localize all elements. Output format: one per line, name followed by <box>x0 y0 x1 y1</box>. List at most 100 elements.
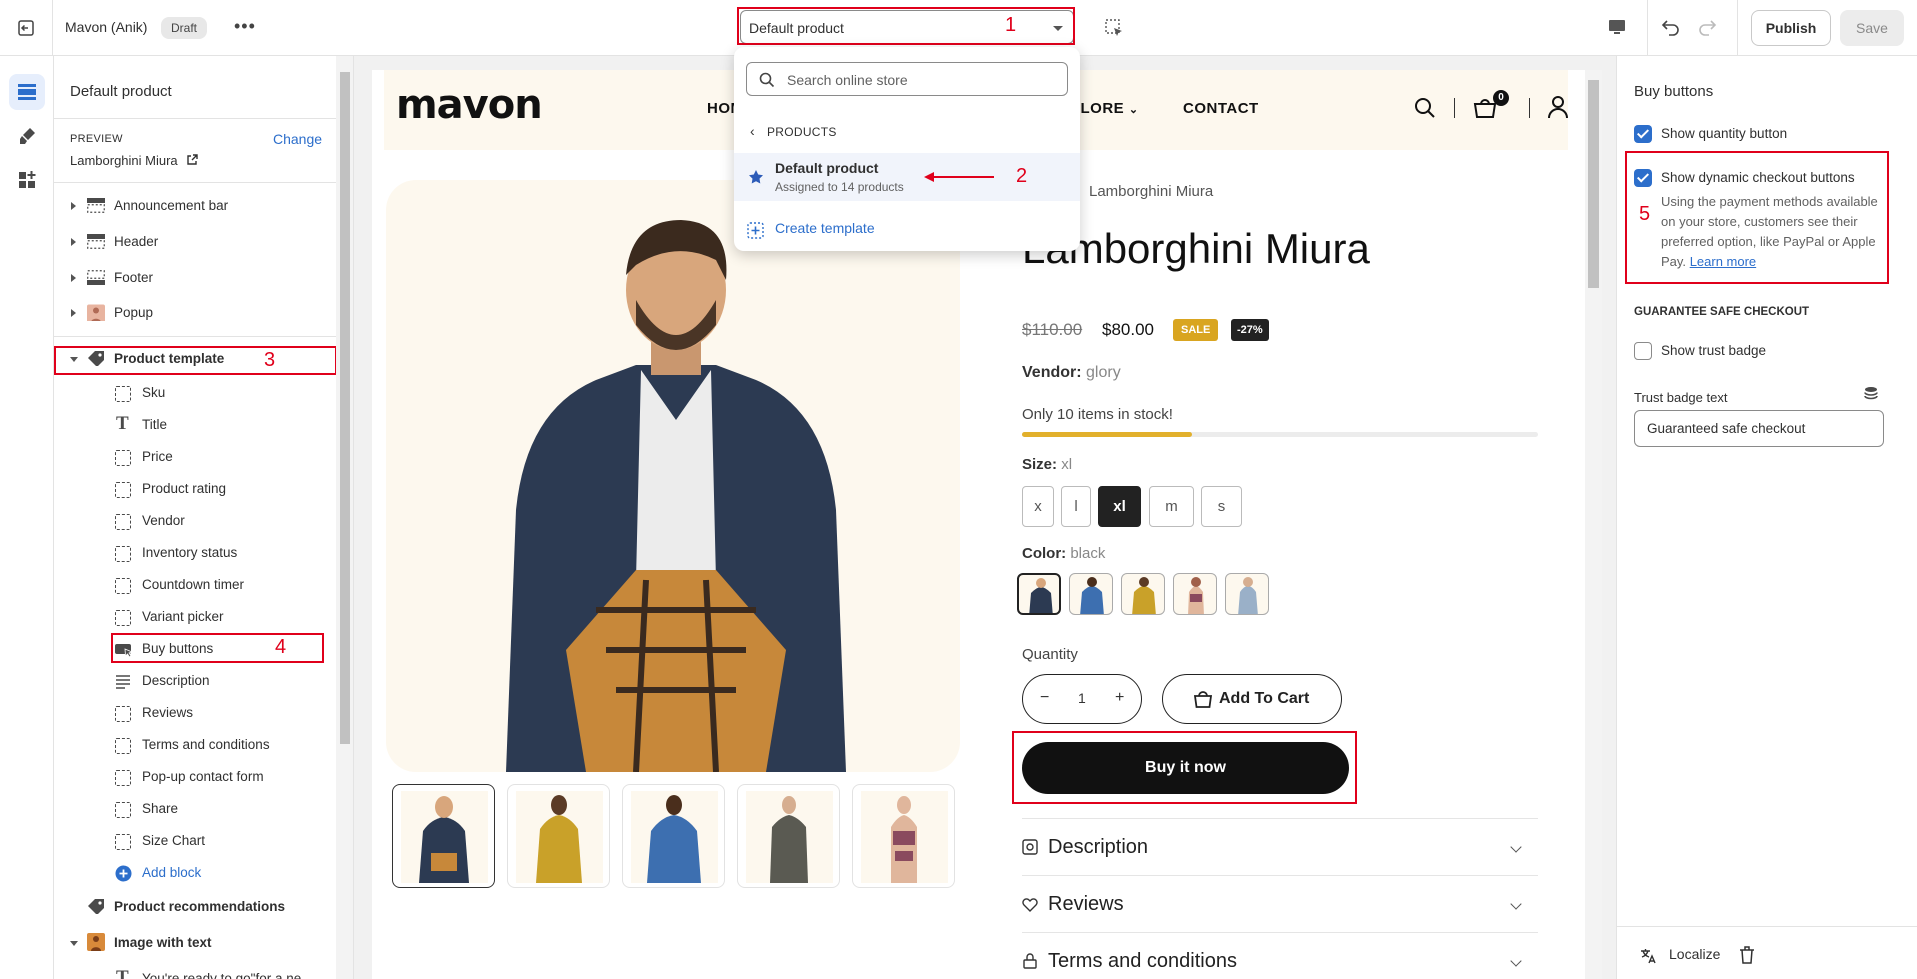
section-popup[interactable]: Popup <box>54 299 336 327</box>
trash-icon[interactable] <box>1738 945 1756 965</box>
size-option-m[interactable]: m <box>1149 486 1194 527</box>
accordion-reviews[interactable]: Reviews <box>1022 875 1538 932</box>
block-share[interactable]: Share <box>54 796 336 822</box>
section-footer[interactable]: Footer <box>54 264 336 292</box>
more-actions-icon[interactable]: ••• <box>234 16 256 37</box>
block-countdown-timer[interactable]: Countdown timer <box>54 572 336 598</box>
block-text-cut[interactable]: T You're ready to go"for a ne <box>54 966 336 979</box>
undo-icon[interactable] <box>1660 16 1682 38</box>
save-button[interactable]: Save <box>1840 10 1904 46</box>
show-trust-badge-checkbox[interactable] <box>1634 342 1652 360</box>
block-popup-contact-form[interactable]: Pop-up contact form <box>54 764 336 790</box>
add-to-cart-button[interactable]: Add To Cart <box>1162 674 1342 724</box>
color-swatch-1[interactable] <box>1017 573 1061 615</box>
block-terms[interactable]: Terms and conditions <box>54 732 336 758</box>
block-product-rating[interactable]: Product rating <box>54 476 336 502</box>
block-sku[interactable]: Sku <box>54 380 336 406</box>
color-label: Color: black <box>1022 545 1105 562</box>
preview-scrollbar[interactable] <box>1585 70 1602 979</box>
thumbnail-2[interactable] <box>507 784 610 888</box>
vendor: Vendor: glory <box>1022 364 1121 382</box>
breadcrumb[interactable]: Lamborghini Miura <box>1089 183 1213 200</box>
section-announcement-bar[interactable]: Announcement bar <box>54 192 336 220</box>
panel-scrollbar[interactable] <box>336 56 353 979</box>
nav-contact[interactable]: CONTACT <box>1183 100 1259 117</box>
add-block-button[interactable]: Add block <box>54 860 336 886</box>
thumbnail-3[interactable] <box>622 784 725 888</box>
publish-button[interactable]: Publish <box>1751 10 1831 46</box>
exit-button[interactable] <box>0 0 53 56</box>
size-value: xl <box>1061 456 1073 473</box>
trust-badge-text-value: Guaranteed safe checkout <box>1647 421 1806 436</box>
localize-button[interactable]: Localize <box>1669 946 1720 962</box>
scrollbar-thumb[interactable] <box>340 72 350 744</box>
block-icon <box>115 706 131 722</box>
account-icon[interactable] <box>1547 94 1569 120</box>
show-quantity-checkbox[interactable] <box>1634 125 1652 143</box>
block-price[interactable]: Price <box>54 444 336 470</box>
price-current: $80.00 <box>1102 320 1154 339</box>
plus-icon[interactable]: + <box>1115 689 1124 707</box>
block-title[interactable]: T Title <box>54 412 336 438</box>
quantity-value[interactable]: 1 <box>1078 690 1086 706</box>
color-swatch-2[interactable] <box>1069 573 1113 615</box>
sale-badge: SALE <box>1173 319 1219 341</box>
product-photo <box>506 220 846 772</box>
chevron-down-icon: ⌄ <box>1128 104 1139 116</box>
size-option-l[interactable]: l <box>1061 486 1091 527</box>
dynamic-source-icon[interactable] <box>1863 386 1879 402</box>
search-icon[interactable] <box>1413 94 1437 120</box>
product-main-image[interactable] <box>386 180 960 772</box>
section-product-recommendations[interactable]: Product recommendations <box>54 893 336 921</box>
template-option-subtitle: Assigned to 14 products <box>775 180 904 194</box>
trust-badge-text-label: Trust badge text <box>1634 390 1728 405</box>
color-swatch-3[interactable] <box>1121 573 1165 615</box>
inspector-select-icon[interactable] <box>1104 18 1124 38</box>
apps-rail-button[interactable] <box>9 162 45 198</box>
sections-rail-button[interactable] <box>9 74 45 110</box>
expand-arrow-icon[interactable] <box>71 238 76 246</box>
color-swatch-4[interactable] <box>1173 573 1217 615</box>
block-size-chart[interactable]: Size Chart <box>54 828 336 854</box>
preview-product[interactable]: Lamborghini Miura <box>70 153 198 168</box>
panel-scrollbar[interactable] <box>1900 56 1917 926</box>
template-option-default-product[interactable]: Default product Assigned to 14 products … <box>734 153 1080 201</box>
annotation-number-4: 4 <box>275 636 287 658</box>
block-variant-picker[interactable]: Variant picker <box>54 604 336 630</box>
scrollbar-thumb[interactable] <box>1588 80 1599 288</box>
annotation-box-4 <box>111 633 324 663</box>
theme-settings-rail-button[interactable] <box>9 118 45 154</box>
collapse-arrow-icon[interactable] <box>70 941 78 946</box>
minus-icon[interactable]: − <box>1040 689 1049 707</box>
size-option-x[interactable]: x <box>1022 486 1054 527</box>
desktop-preview-icon[interactable] <box>1607 17 1627 37</box>
template-search-input[interactable]: Search online store <box>746 62 1068 96</box>
expand-arrow-icon[interactable] <box>71 202 76 210</box>
change-preview-link[interactable]: Change <box>273 131 322 147</box>
color-swatch-5[interactable] <box>1225 573 1269 615</box>
section-header[interactable]: Header <box>54 228 336 256</box>
divider <box>1737 0 1738 56</box>
block-inventory-status[interactable]: Inventory status <box>54 540 336 566</box>
redo-icon[interactable] <box>1696 16 1718 38</box>
create-template-link[interactable]: Create template <box>775 220 875 236</box>
thumbnail-4[interactable] <box>737 784 840 888</box>
expand-arrow-icon[interactable] <box>71 309 76 317</box>
accordion-terms[interactable]: Terms and conditions <box>1022 932 1538 979</box>
back-to-products[interactable]: ‹ PRODUCTS <box>750 123 837 139</box>
block-vendor[interactable]: Vendor <box>54 508 336 534</box>
expand-arrow-icon[interactable] <box>71 274 76 282</box>
size-option-s[interactable]: s <box>1201 486 1242 527</box>
section-image-with-text[interactable]: Image with text <box>54 929 336 957</box>
trust-badge-text-input[interactable]: Guaranteed safe checkout <box>1634 410 1884 447</box>
block-description[interactable]: Description <box>54 668 336 694</box>
size-option-xl[interactable]: xl <box>1098 486 1141 527</box>
thumbnail-5[interactable] <box>852 784 955 888</box>
store-logo[interactable]: mavon <box>396 82 543 128</box>
text-icon: T <box>116 967 129 979</box>
thumbnail-1[interactable] <box>392 784 495 888</box>
color-label-text: Color: <box>1022 545 1067 562</box>
accordion-description[interactable]: Description <box>1022 818 1538 875</box>
block-icon <box>115 802 131 818</box>
block-reviews[interactable]: Reviews <box>54 700 336 726</box>
